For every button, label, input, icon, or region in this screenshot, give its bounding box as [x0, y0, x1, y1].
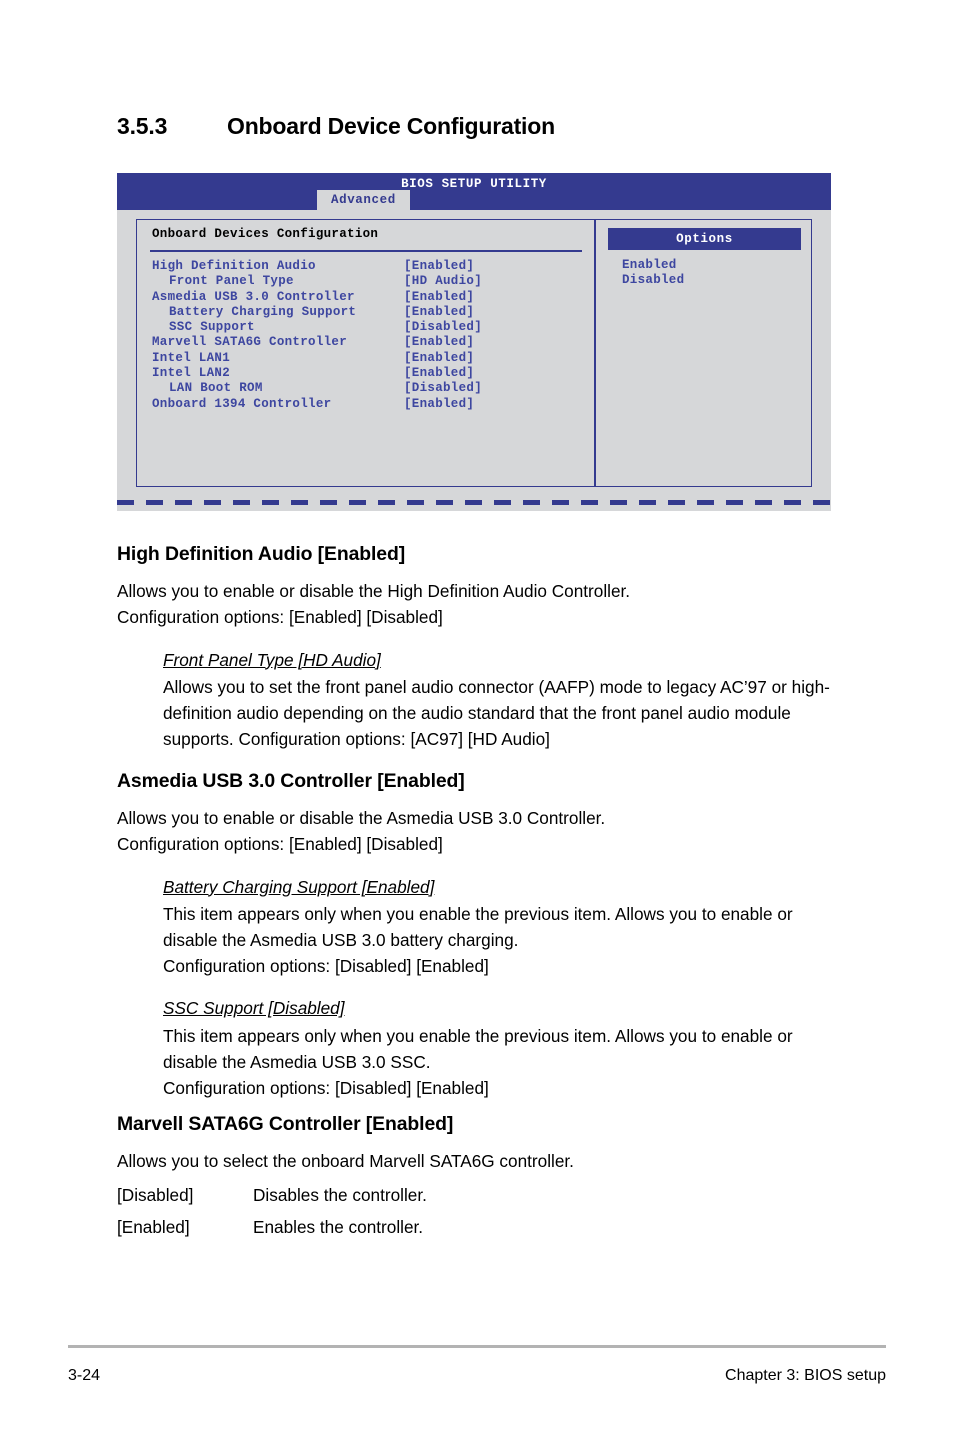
bios-item-row[interactable]: LAN Boot ROM [Disabled] — [152, 381, 582, 396]
subsection-ssc-support: SSC Support [Disabled] This item appears… — [163, 995, 839, 1101]
heading-ssc-support: SSC Support [Disabled] — [163, 998, 345, 1019]
heading-front-panel-type: Front Panel Type [HD Audio] — [163, 649, 381, 670]
heading-battery-charging-support: Battery Charging Support [Enabled] — [163, 876, 435, 897]
bios-item-row[interactable]: Battery Charging Support [Enabled] — [152, 305, 582, 320]
bios-main-panel: Onboard Devices Configuration High Defin… — [136, 219, 595, 487]
bios-item-row[interactable]: Intel LAN1 [Enabled] — [152, 351, 582, 366]
bios-item-value[interactable]: [Disabled] — [404, 320, 482, 334]
bios-item-label: Marvell SATA6G Controller — [152, 335, 348, 350]
marvell-option-enabled-desc: Enables the controller. — [253, 1217, 424, 1238]
tab-advanced[interactable]: Advanced — [317, 190, 410, 210]
bios-item-value[interactable]: [Enabled] — [404, 335, 474, 349]
marvell-option-enabled-row: [Enabled] Enables the controller. — [117, 1214, 839, 1246]
bios-item-value[interactable]: [HD Audio] — [404, 274, 482, 288]
marvell-option-enabled-key: [Enabled] — [117, 1217, 190, 1238]
bios-item-row[interactable]: Onboard 1394 Controller [Enabled] — [152, 397, 582, 412]
section-marvell-sata6g: Marvell SATA6G Controller [Enabled] Allo… — [117, 1111, 839, 1246]
option-item-enabled[interactable]: Enabled — [622, 258, 684, 273]
bios-item-label: Asmedia USB 3.0 Controller — [152, 289, 355, 304]
heading-high-definition-audio: High Definition Audio [Enabled] — [117, 543, 406, 565]
footer-page-number: 3-24 — [68, 1367, 101, 1384]
bios-titlebar: BIOS SETUP UTILITY Advanced — [117, 173, 831, 210]
page-title: 3.5.3 Onboard Device Configuration — [117, 113, 837, 140]
section-divider — [150, 250, 582, 252]
screenshot-cut-line — [117, 493, 831, 511]
ssc-support-description: This item appears only when you enable t… — [163, 1025, 793, 1072]
section-number: 3.5.3 — [117, 113, 168, 139]
subsection-front-panel-type: Front Panel Type [HD Audio] Allows you t… — [163, 647, 839, 753]
bios-item-row[interactable]: Intel LAN2 [Enabled] — [152, 366, 582, 381]
bios-item-label: Battery Charging Support — [169, 304, 357, 319]
section-title-text: Onboard Device Configuration — [227, 113, 555, 139]
bios-item-value[interactable]: [Disabled] — [404, 381, 482, 395]
footer-chapter-label: Chapter 3: BIOS setup — [725, 1367, 886, 1384]
bios-item-label: High Definition Audio — [152, 259, 316, 273]
bios-utility-title: BIOS SETUP UTILITY — [401, 177, 547, 191]
heading-marvell-sata6g: Marvell SATA6G Controller [Enabled] — [117, 1113, 454, 1135]
options-header-bar: Options — [608, 228, 801, 250]
bios-item-value[interactable]: [Enabled] — [404, 290, 474, 304]
option-item-disabled[interactable]: Disabled — [622, 273, 684, 288]
bios-item-row[interactable]: Front Panel Type [HD Audio] — [152, 274, 582, 289]
bios-item-value[interactable]: [Enabled] — [404, 351, 474, 365]
ssc-support-options: Configuration options: [Disabled] [Enabl… — [163, 1078, 489, 1099]
bios-item-value[interactable]: [Enabled] — [404, 366, 474, 380]
bios-item-label: Front Panel Type — [169, 274, 294, 289]
bios-item-row[interactable]: SSC Support [Disabled] — [152, 320, 582, 335]
battery-charging-description: This item appears only when you enable t… — [163, 903, 793, 951]
bios-item-row[interactable]: Marvell SATA6G Controller [Enabled] — [152, 335, 582, 350]
bios-item-list: High Definition Audio [Enabled] Front Pa… — [152, 259, 582, 412]
subsection-battery-charging-support: Battery Charging Support [Enabled] This … — [163, 874, 839, 980]
section-asmedia-usb3: Asmedia USB 3.0 Controller [Enabled] All… — [117, 768, 839, 1101]
bios-item-label: Onboard 1394 Controller — [152, 396, 332, 411]
bios-item-label: LAN Boot ROM — [169, 381, 263, 396]
bios-item-row[interactable]: Asmedia USB 3.0 Controller [Enabled] — [152, 290, 582, 305]
options-header-label: Options — [676, 232, 733, 246]
asmedia-description-line2: Configuration options: [Enabled] [Disabl… — [117, 834, 443, 855]
hda-description-line1: Allows you to enable or disable the High… — [117, 581, 631, 602]
bios-body: Onboard Devices Configuration High Defin… — [117, 210, 831, 493]
bios-screenshot: BIOS SETUP UTILITY Advanced Onboard Devi… — [117, 173, 831, 511]
asmedia-description-line1: Allows you to enable or disable the Asme… — [117, 808, 606, 829]
marvell-option-disabled-desc: Disables the controller. — [253, 1185, 427, 1206]
bios-item-row[interactable]: High Definition Audio [Enabled] — [152, 259, 582, 274]
bios-item-label: Intel LAN1 — [152, 350, 231, 365]
marvell-option-disabled-key: [Disabled] — [117, 1185, 194, 1206]
hda-description-line2: Configuration options: [Enabled] [Disabl… — [117, 607, 443, 628]
bios-item-value[interactable]: [Enabled] — [404, 397, 474, 411]
front-panel-type-description: Allows you to set the front panel audio … — [163, 676, 830, 750]
footer-divider — [68, 1345, 886, 1348]
battery-charging-options: Configuration options: [Disabled] [Enabl… — [163, 956, 489, 977]
bios-item-label: SSC Support — [169, 320, 255, 335]
bios-section-title: Onboard Devices Configuration — [152, 227, 379, 241]
marvell-option-disabled-row: [Disabled] Disables the controller. — [117, 1182, 839, 1214]
heading-asmedia-usb3: Asmedia USB 3.0 Controller [Enabled] — [117, 770, 465, 792]
bios-item-value[interactable]: [Enabled] — [404, 305, 474, 319]
bios-options-panel: Options Enabled Disabled — [595, 219, 812, 487]
marvell-description: Allows you to select the onboard Marvell… — [117, 1151, 574, 1172]
options-list: Enabled Disabled — [622, 258, 684, 289]
bios-item-label: Intel LAN2 — [152, 366, 231, 381]
section-high-definition-audio: High Definition Audio [Enabled] Allows y… — [117, 541, 839, 752]
bios-item-value[interactable]: [Enabled] — [404, 259, 474, 273]
